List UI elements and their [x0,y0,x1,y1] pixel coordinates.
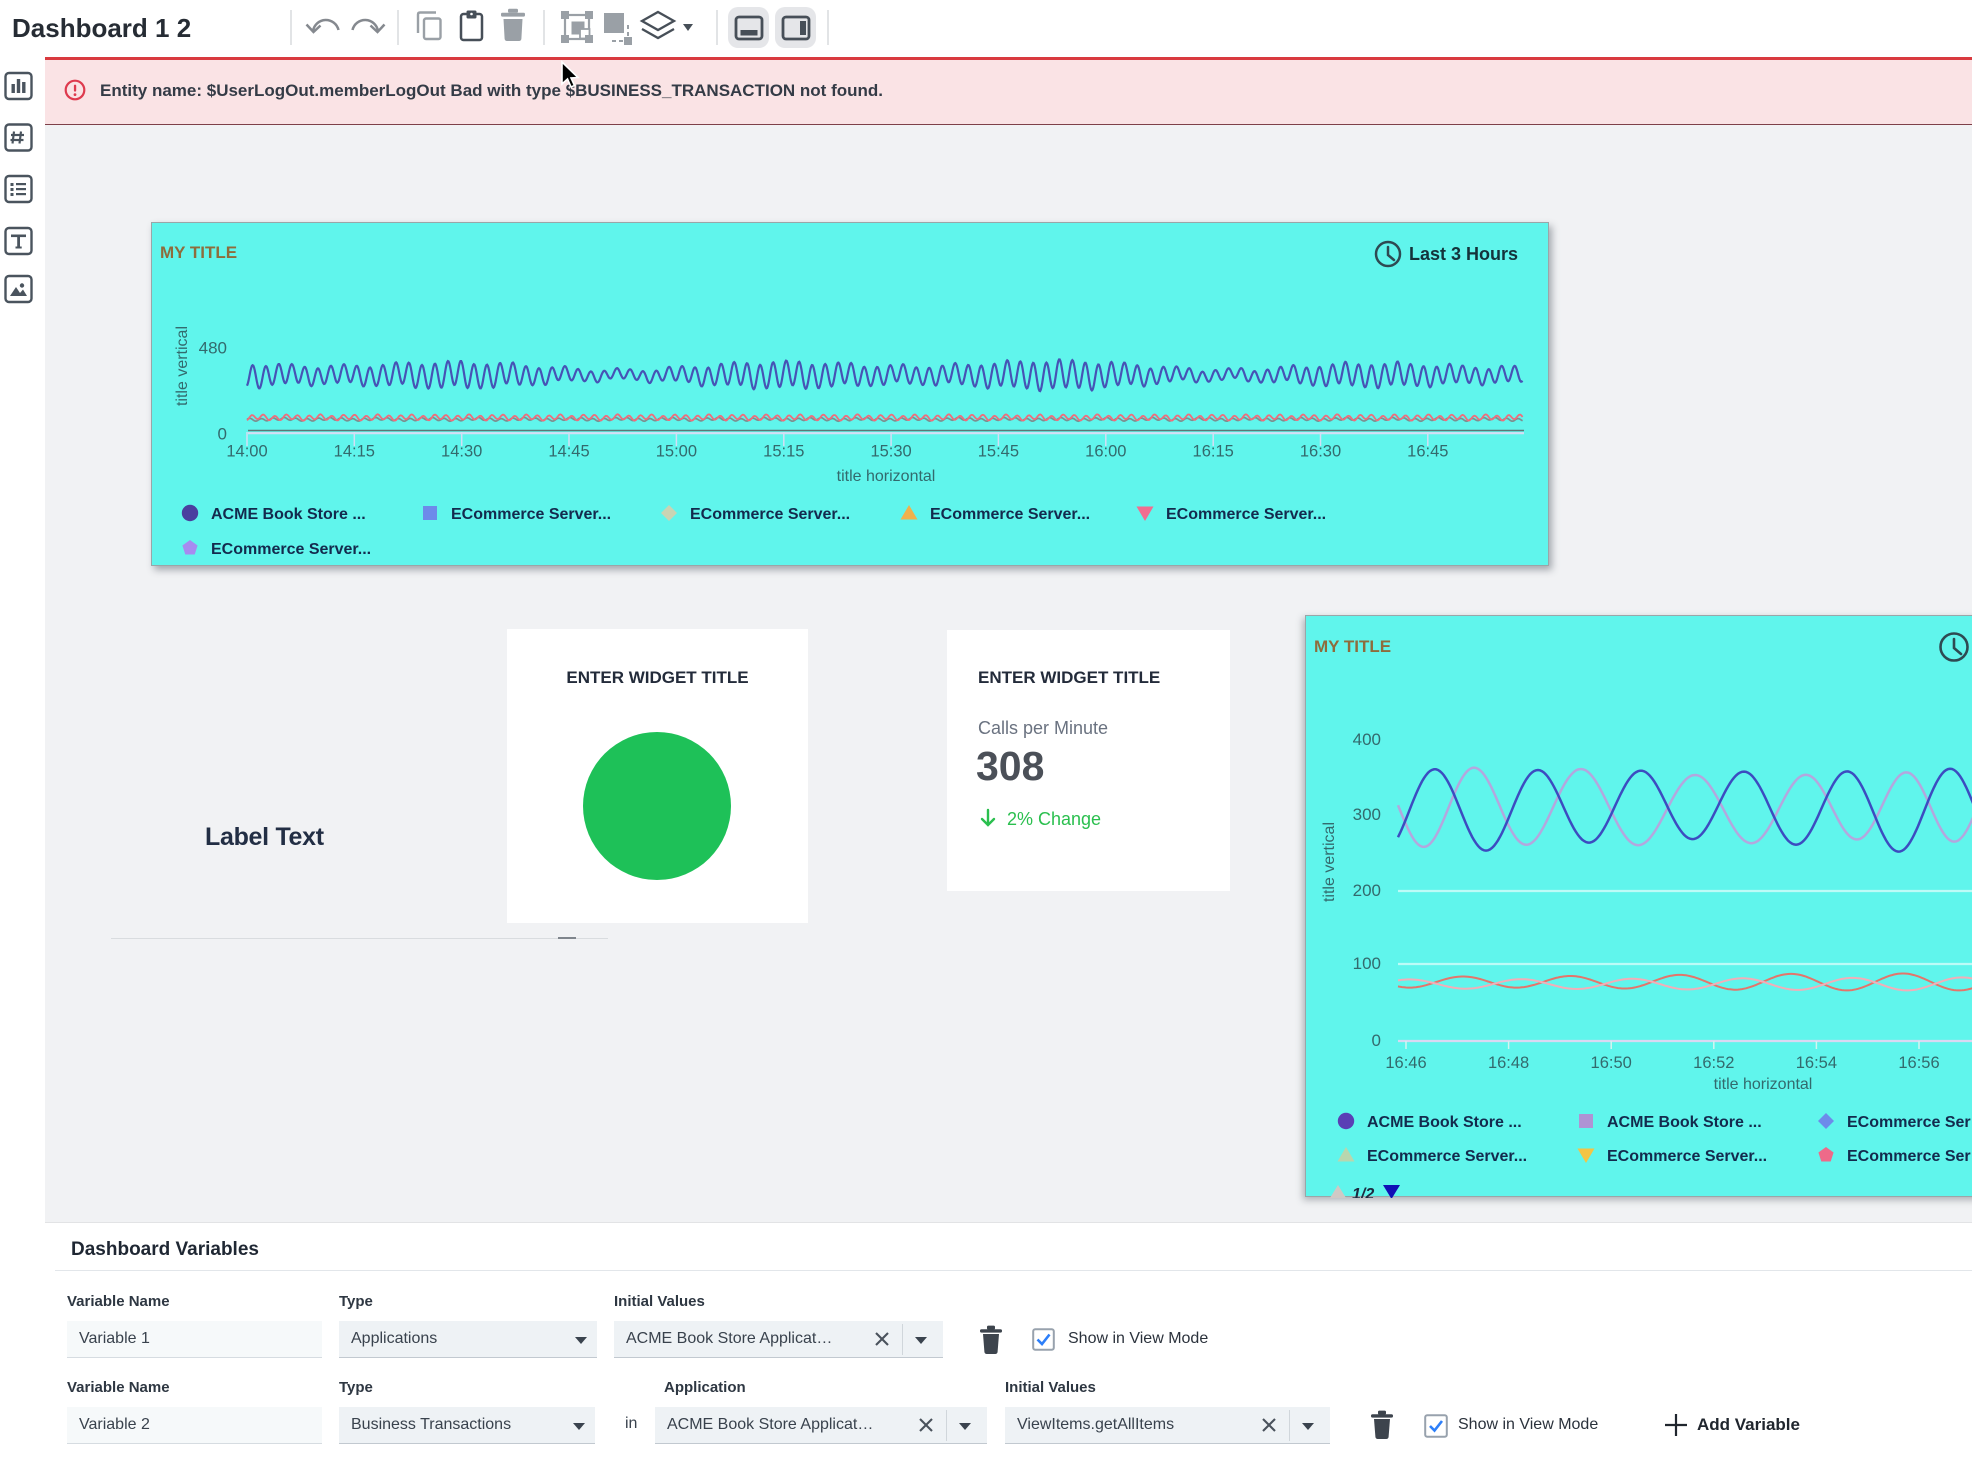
svg-text:14:45: 14:45 [548,443,589,461]
svg-text:400: 400 [1353,730,1381,749]
svg-text:ACME Book Store ...: ACME Book Store ... [211,506,366,523]
svg-text:16:48: 16:48 [1488,1054,1529,1072]
svg-text:16:00: 16:00 [1085,443,1126,461]
svg-text:ECommerce Server...: ECommerce Server... [211,541,371,558]
svg-text:480: 480 [199,339,227,358]
svg-text:0: 0 [218,425,227,444]
svg-text:title vertical: title vertical [174,326,191,406]
svg-text:14:30: 14:30 [441,443,482,461]
svg-text:14:15: 14:15 [334,443,375,461]
svg-text:100: 100 [1353,954,1381,973]
svg-text:15:00: 15:00 [656,443,697,461]
svg-text:ECommerce Server...: ECommerce Server... [1367,1148,1527,1165]
svg-text:title vertical: title vertical [1321,822,1338,902]
svg-text:ACME Book Store ...: ACME Book Store ... [1367,1114,1522,1131]
svg-text:ACME Book Store ...: ACME Book Store ... [1607,1114,1762,1131]
svg-text:15:30: 15:30 [870,443,911,461]
svg-text:14:00: 14:00 [226,443,267,461]
svg-text:ECommerce Server...: ECommerce Server... [451,506,611,523]
svg-text:ECommerce Ser: ECommerce Ser [1847,1114,1971,1131]
svg-text:1/2: 1/2 [1352,1186,1374,1198]
svg-text:ECommerce Server...: ECommerce Server... [930,506,1090,523]
svg-text:300: 300 [1353,805,1381,824]
svg-text:16:54: 16:54 [1796,1054,1837,1072]
svg-text:200: 200 [1353,881,1381,900]
svg-text:16:50: 16:50 [1591,1054,1632,1072]
svg-text:title horizontal: title horizontal [1714,1076,1813,1093]
svg-text:ECommerce Server...: ECommerce Server... [1166,506,1326,523]
svg-text:16:46: 16:46 [1385,1054,1426,1072]
svg-text:ECommerce Ser: ECommerce Ser [1847,1148,1971,1165]
svg-text:15:15: 15:15 [763,443,804,461]
svg-text:15:45: 15:45 [978,443,1019,461]
svg-text:16:15: 16:15 [1193,443,1234,461]
svg-text:16:56: 16:56 [1898,1054,1939,1072]
svg-text:title horizontal: title horizontal [837,468,936,485]
svg-text:16:45: 16:45 [1407,443,1448,461]
svg-text:ECommerce Server...: ECommerce Server... [690,506,850,523]
svg-text:0: 0 [1372,1031,1381,1050]
svg-text:ECommerce Server...: ECommerce Server... [1607,1148,1767,1165]
svg-text:16:52: 16:52 [1693,1054,1734,1072]
svg-text:16:30: 16:30 [1300,443,1341,461]
